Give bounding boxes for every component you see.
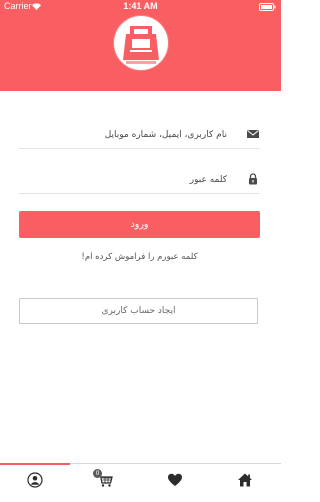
tab-favorites[interactable] bbox=[140, 464, 210, 498]
battery-icon bbox=[259, 3, 276, 11]
username-field-container bbox=[19, 122, 260, 149]
status-bar: Carrier 1:41 AM bbox=[0, 0, 281, 14]
header: Carrier 1:41 AM bbox=[0, 0, 281, 91]
heart-icon bbox=[168, 473, 182, 486]
home-icon bbox=[238, 473, 252, 487]
password-field-container bbox=[19, 167, 260, 194]
envelope-icon bbox=[247, 130, 259, 138]
tab-cart[interactable]: 0 bbox=[70, 464, 140, 498]
login-button[interactable]: ورود bbox=[19, 211, 260, 238]
username-input[interactable] bbox=[19, 122, 227, 148]
register-button[interactable]: ایجاد حساب کاربری bbox=[19, 298, 258, 324]
tab-bar: 0 bbox=[0, 463, 281, 502]
user-icon bbox=[27, 472, 43, 488]
status-time: 1:41 AM bbox=[123, 1, 158, 11]
cart-badge: 0 bbox=[93, 469, 102, 478]
app-logo bbox=[114, 16, 168, 70]
shopping-bag-logo-icon bbox=[123, 26, 159, 64]
tab-profile[interactable] bbox=[0, 464, 70, 498]
lock-icon bbox=[249, 173, 257, 185]
password-input[interactable] bbox=[19, 167, 227, 193]
forgot-password-link[interactable]: کلمه عبورم را فراموش کرده ام! bbox=[19, 252, 260, 266]
tab-home[interactable] bbox=[210, 464, 280, 498]
